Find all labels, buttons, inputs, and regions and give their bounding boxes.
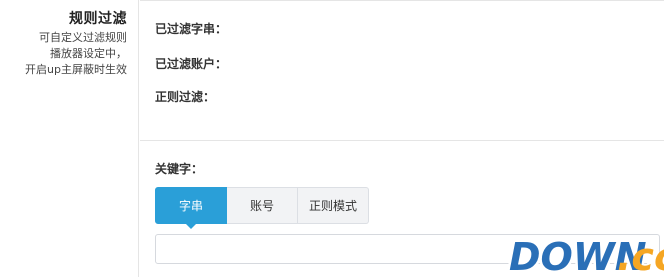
filtered-accounts-label: 已过滤账户： bbox=[155, 57, 228, 71]
filtered-strings-label: 已过滤字串： bbox=[155, 22, 228, 36]
section-title: 规则过滤 bbox=[69, 11, 127, 27]
svg-text:.cc: .cc bbox=[617, 235, 664, 277]
section-description-line: 可自定义过滤规则 bbox=[39, 31, 127, 44]
top-divider bbox=[140, 0, 664, 1]
section-description-line: 开启up主屏蔽时生效 bbox=[25, 63, 127, 76]
tab-string[interactable]: 字串 bbox=[155, 187, 227, 229]
tab-regex-mode[interactable]: 正则模式 bbox=[298, 187, 369, 224]
filter-settings-panel: 规则过滤 可自定义过滤规则 播放器设定中， 开启up主屏蔽时生效 已过滤字串： … bbox=[0, 0, 664, 277]
section-description: 可自定义过滤规则 播放器设定中， 开启up主屏蔽时生效 bbox=[3, 30, 127, 78]
regex-filter-label: 正则过滤： bbox=[155, 90, 216, 104]
section-description-line: 播放器设定中， bbox=[50, 47, 127, 60]
tab-account[interactable]: 账号 bbox=[227, 187, 298, 224]
keyword-label: 关键字： bbox=[155, 162, 204, 176]
settings-sidebar: 规则过滤 可自定义过滤规则 播放器设定中， 开启up主屏蔽时生效 bbox=[0, 0, 139, 277]
filter-mode-tabs: 字串 账号 正则模式 bbox=[155, 187, 369, 229]
section-divider bbox=[140, 140, 664, 141]
down-cc-watermark-logo: DOWN.cc DOWN .cc bbox=[507, 233, 664, 277]
